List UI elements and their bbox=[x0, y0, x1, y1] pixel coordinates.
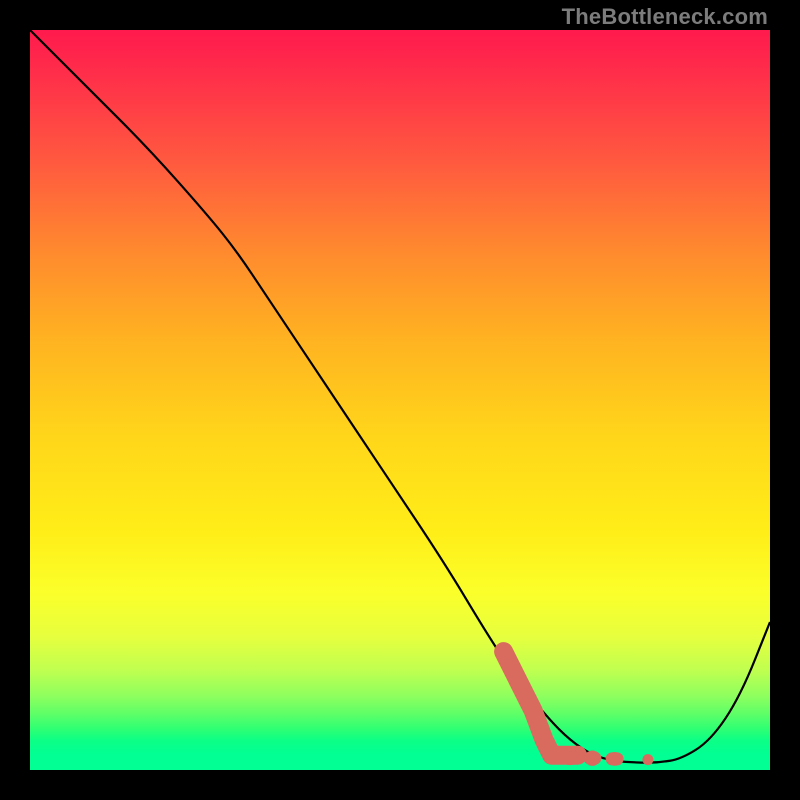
chart-overlay bbox=[30, 30, 770, 770]
watermark-text: TheBottleneck.com bbox=[562, 4, 768, 30]
chart-frame: TheBottleneck.com bbox=[0, 0, 800, 800]
bottleneck-curve bbox=[30, 30, 770, 763]
highlighted-region bbox=[504, 652, 654, 766]
